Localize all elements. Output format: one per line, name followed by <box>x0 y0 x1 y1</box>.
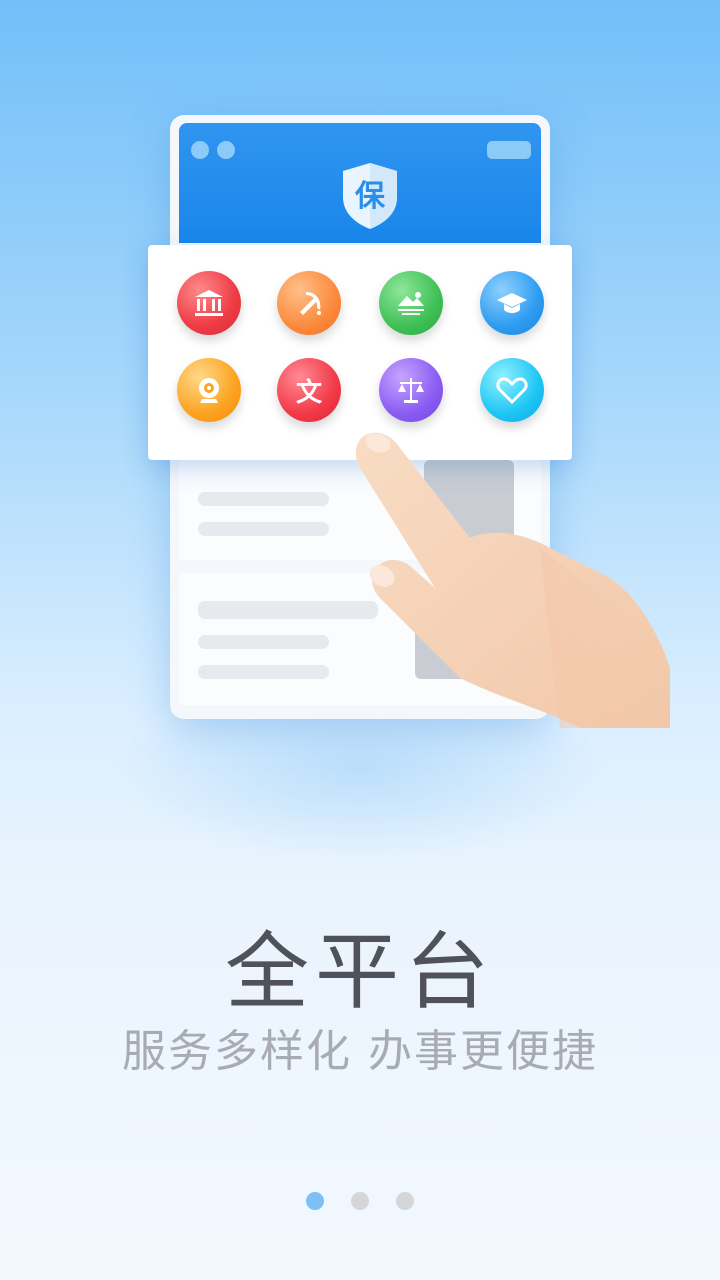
mockup-window-pill <box>487 141 531 159</box>
placeholder-line <box>198 492 329 506</box>
mockup-header: 保 <box>179 123 541 243</box>
intro-title: 全平台 <box>224 923 495 1021</box>
graduation-cap-icon <box>480 271 544 335</box>
government-building-icon <box>177 271 241 335</box>
placeholder-line <box>198 665 329 679</box>
page-dot-active[interactable] <box>306 1192 324 1210</box>
heart-icon <box>480 358 544 422</box>
page-indicator <box>0 1192 720 1210</box>
webcam-icon <box>177 358 241 422</box>
page-dot[interactable] <box>351 1192 369 1210</box>
party-emblem-icon <box>277 271 341 335</box>
shield-label: 保 <box>355 179 385 214</box>
culture-icon: 文 <box>277 358 341 422</box>
pointing-hand-illustration <box>340 428 670 728</box>
placeholder-line <box>198 635 329 649</box>
mockup-window-dot <box>191 141 209 159</box>
landscape-icon <box>379 271 443 335</box>
placeholder-line <box>198 522 329 536</box>
justice-scale-icon <box>379 358 443 422</box>
shield-icon: 保 <box>339 161 401 231</box>
page-dot[interactable] <box>396 1192 414 1210</box>
mockup-window-dot <box>217 141 235 159</box>
intro-subtitle: 服务多样化 办事更便捷 <box>122 1026 598 1077</box>
